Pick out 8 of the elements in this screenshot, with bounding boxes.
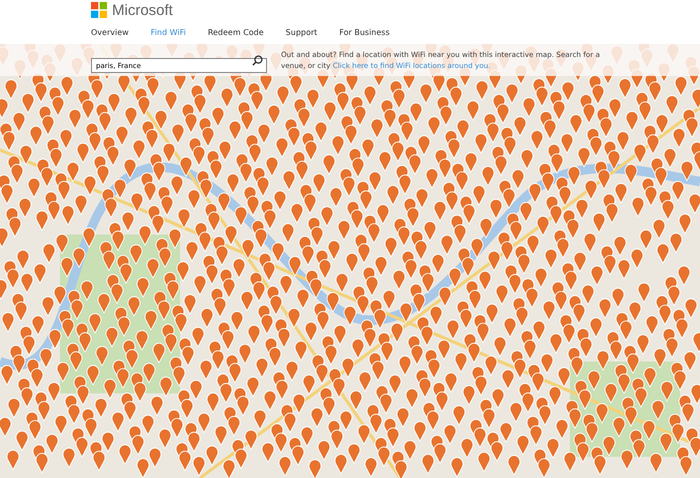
search-icon[interactable] <box>252 54 263 66</box>
nav-tab[interactable]: For Business <box>339 25 390 40</box>
nav-tab[interactable]: Find WiFi <box>150 25 186 40</box>
nav-tab[interactable]: Support <box>286 25 318 40</box>
microsoft-logo-icon <box>91 2 107 18</box>
brand-name: Microsoft <box>112 2 173 18</box>
nav-tab[interactable]: Redeem Code <box>208 25 264 40</box>
nav-tab[interactable]: Overview <box>91 25 129 40</box>
